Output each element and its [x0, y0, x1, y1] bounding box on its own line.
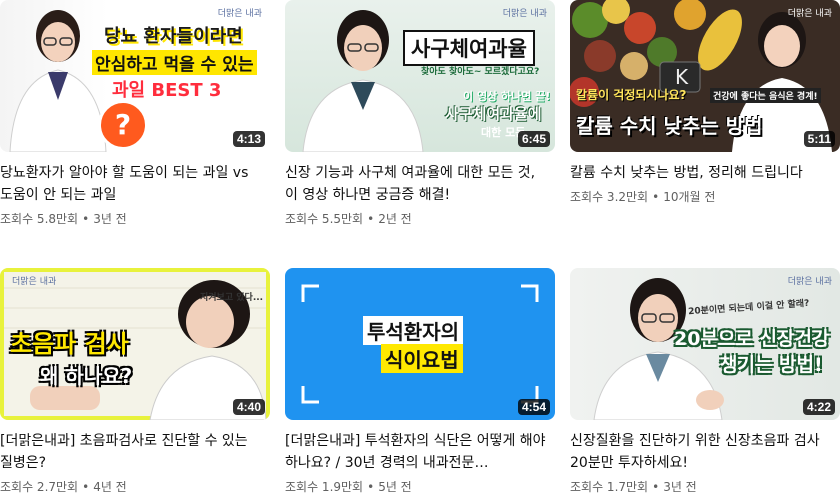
overlay-line-b: 사구체여과율에 [445, 105, 542, 123]
video-thumbnail[interactable]: 사구체여과율 찾아도 찾아도~ 모르겠다고요? 이 영상 하나면 끝! 사구체여… [285, 0, 555, 152]
video-title[interactable]: 신장 기능과 사구체 여과율에 대한 모든 것, 이 영상 하나면 궁금증 해결… [285, 162, 547, 206]
video-thumbnail[interactable]: 20분이면 되는데 이걸 안 할래? 20분으로 신장건강 챙기는 방법! 더맑… [570, 268, 840, 420]
video-card[interactable]: 20분이면 되는데 이걸 안 할래? 20분으로 신장건강 챙기는 방법! 더맑… [570, 268, 840, 496]
video-duration: 4:40 [232, 399, 265, 415]
overlay-line-a: 이 영상 하나면 끝! [463, 90, 551, 103]
overlay-headline: 사구체여과율 [403, 30, 535, 66]
overlay-subline: 챙기는 방법! [720, 354, 823, 376]
video-card[interactable]: 당뇨 환자들이라면 안심하고 먹을 수 있는 과일 BEST 3 ? 더맑은 내… [0, 0, 270, 228]
meta-separator: • [367, 212, 375, 226]
video-meta: 조회수 3.2만회 • 10개월 전 [570, 188, 840, 206]
overlay-line-1: 당뇨 환자들이라면 [104, 26, 243, 47]
channel-brand-watermark: 더맑은 내과 [787, 277, 832, 287]
video-thumbnail[interactable]: 투석환자의 식이요법 4:54 [285, 268, 555, 420]
video-card[interactable]: 사구체여과율 찾아도 찾아도~ 모르겠다고요? 이 영상 하나면 끝! 사구체여… [285, 0, 555, 228]
video-thumbnail[interactable]: 지켜보고 있다... 초음파 검사 왜 하나요? 더맑은 내과 4:40 [0, 268, 270, 420]
video-thumbnail[interactable]: 당뇨 환자들이라면 안심하고 먹을 수 있는 과일 BEST 3 ? 더맑은 내… [0, 0, 270, 152]
view-count: 조회수 5.8만회 [0, 212, 79, 226]
video-title[interactable]: 신장질환을 진단하기 위한 신장초음파 검사 20분만 투자하세요! [570, 430, 832, 474]
video-meta: 조회수 1.7만회 • 3년 전 [570, 478, 840, 496]
overlay-subline: 찾아도 찾아도~ 모르겠다고요? [421, 67, 540, 77]
meta-separator: • [652, 190, 660, 204]
meta-separator: • [82, 212, 90, 226]
video-duration: 5:11 [803, 131, 835, 147]
video-duration: 4:13 [232, 131, 265, 147]
overlay-subline: 왜 하나요? [40, 364, 133, 388]
video-title[interactable]: [더맑은내과] 초음파검사로 진단할 수 있는 질병은? [0, 430, 262, 474]
overlay-line-2: 안심하고 먹을 수 있는 [92, 50, 257, 75]
channel-brand-watermark: 더맑은 내과 [502, 9, 547, 19]
doctor-illustration [302, 10, 424, 152]
overlay-headline: 초음파 검사 [10, 330, 129, 358]
overlay-line-1: 투석환자의 [363, 316, 463, 345]
video-card[interactable]: 투석환자의 식이요법 4:54 [더맑은내과] 투석환자의 식단은 어떻게 해야… [285, 268, 555, 496]
upload-age: 10개월 전 [663, 190, 716, 204]
channel-brand-watermark: 더맑은 내과 [787, 9, 832, 19]
channel-brand-watermark: 더맑은 내과 [217, 9, 262, 19]
question-mark-icon: ? [98, 100, 148, 150]
video-meta: 조회수 5.8만회 • 3년 전 [0, 210, 270, 228]
upload-age: 2년 전 [378, 212, 412, 226]
overlay-line-3: 과일 BEST 3 [112, 80, 222, 101]
video-thumbnail[interactable]: K 칼륨이 걱정되시나요? 건강에 좋다는 음식은 경계! 칼륨 수치 낮추는 … [570, 0, 840, 152]
overlay-question: 칼륨이 걱정되시나요? [576, 88, 687, 102]
video-title[interactable]: [더맑은내과] 투석환자의 식단은 어떻게 해야 하나요? / 30년 경력의 … [285, 430, 547, 474]
video-title[interactable]: 칼륨 수치 낮추는 방법, 정리해 드립니다 [570, 162, 832, 184]
video-duration: 4:22 [802, 399, 835, 415]
overlay-caption: 지켜보고 있다... [200, 293, 264, 303]
overlay-headline: 20분으로 신장건강 [674, 328, 830, 350]
video-meta: 조회수 5.5만회 • 2년 전 [285, 210, 555, 228]
overlay-headline: 칼륨 수치 낮추는 방법 [576, 114, 763, 138]
video-meta: 조회수 1.9만회 • 5년 전 [285, 478, 555, 496]
channel-brand-watermark: 더맑은 내과 [12, 277, 57, 287]
video-duration: 4:54 [517, 399, 550, 415]
video-duration: 6:45 [517, 131, 550, 147]
video-card[interactable]: K 칼륨이 걱정되시나요? 건강에 좋다는 음식은 경계! 칼륨 수치 낮추는 … [570, 0, 840, 206]
overlay-warning: 건강에 좋다는 음식은 경계! [710, 88, 821, 103]
view-count: 조회수 3.2만회 [570, 190, 649, 204]
video-title[interactable]: 당뇨환자가 알아야 할 도움이 되는 과일 vs 도움이 안 되는 과일 [0, 162, 262, 206]
video-grid: 당뇨 환자들이라면 안심하고 먹을 수 있는 과일 BEST 3 ? 더맑은 내… [0, 0, 840, 494]
video-card[interactable]: 지켜보고 있다... 초음파 검사 왜 하나요? 더맑은 내과 4:40 [더맑… [0, 268, 270, 496]
overlay-line-2: 식이요법 [381, 344, 463, 373]
view-count: 조회수 5.5만회 [285, 212, 364, 226]
upload-age: 3년 전 [93, 212, 127, 226]
video-meta: 조회수 2.7만회 • 4년 전 [0, 478, 270, 496]
